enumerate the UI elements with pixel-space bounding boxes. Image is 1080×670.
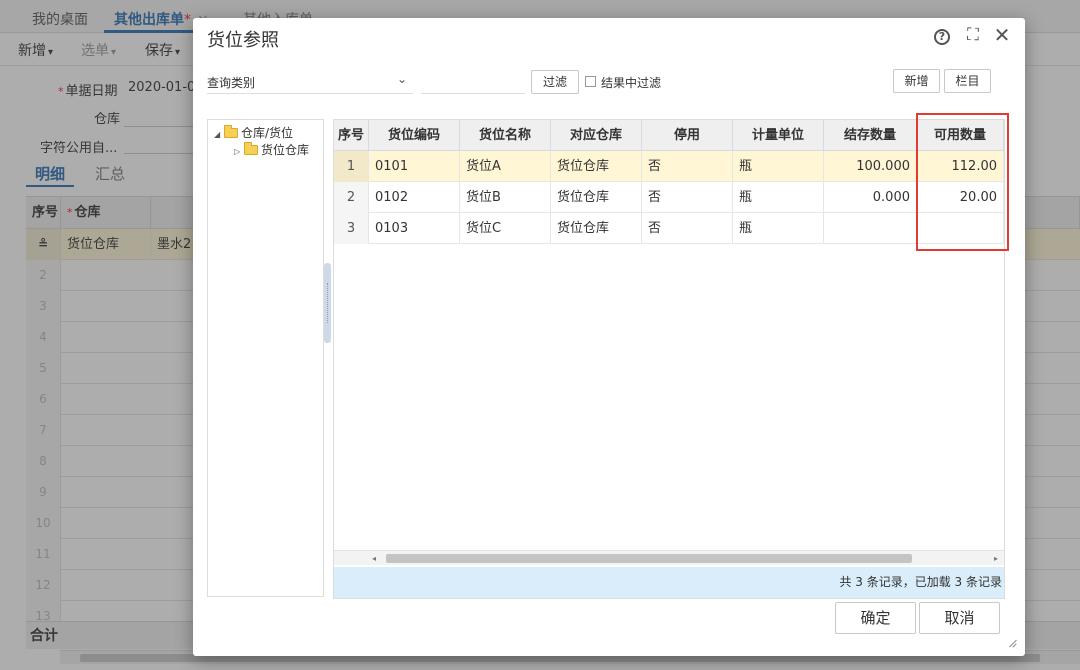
cell-unit[interactable]: 瓶 <box>733 213 824 244</box>
folder-icon <box>244 142 258 155</box>
help-icon-glyph: ? <box>934 29 950 45</box>
scrollbar-thumb[interactable] <box>386 554 912 563</box>
location-reference-dialog: 货位参照 ? ⛶ ✕ ⌄ 查询类别 过滤 结果中过滤 新增 栏目 ◢ 仓库/货位 … <box>193 18 1025 656</box>
filter-in-results-label: 结果中过滤 <box>601 76 662 90</box>
col-header-warehouse[interactable]: 对应仓库 <box>551 120 642 151</box>
tree-node-root-label: 仓库/货位 <box>241 126 294 140</box>
cell-warehouse[interactable]: 货位仓库 <box>551 182 642 213</box>
cell-no[interactable]: 3 <box>334 213 369 244</box>
folder-icon <box>224 125 238 138</box>
cell-warehouse[interactable]: 货位仓库 <box>551 151 642 182</box>
new-button[interactable]: 新增 <box>893 69 940 93</box>
dialog-title: 货位参照 <box>207 30 279 51</box>
col-header-code[interactable]: 货位编码 <box>369 120 460 151</box>
cell-no[interactable]: 2 <box>334 182 369 213</box>
columns-button[interactable]: 栏目 <box>944 69 991 93</box>
confirm-button[interactable]: 确定 <box>835 602 916 634</box>
table-row[interactable]: 3 0103 货位C 货位仓库否瓶 <box>334 213 1004 244</box>
col-header-name[interactable]: 货位名称 <box>460 120 551 151</box>
location-table: 序号 货位编码 货位名称 对应仓库 停用 计量单位 结存数量 可用数量 1 010… <box>333 119 1005 599</box>
available-quantity-highlight <box>916 113 1009 251</box>
cell-name[interactable]: 货位B <box>460 182 551 213</box>
scroll-left-icon[interactable]: ◂ <box>372 551 376 566</box>
cell-disabled[interactable]: 否 <box>642 213 733 244</box>
help-icon[interactable]: ? <box>932 25 952 45</box>
resize-grip-icon[interactable] <box>1006 637 1018 649</box>
col-header-unit[interactable]: 计量单位 <box>733 120 824 151</box>
expanded-arrow-icon[interactable]: ◢ <box>214 130 224 139</box>
cell-no[interactable]: 1 <box>334 151 369 182</box>
col-header-no: 序号 <box>334 120 369 151</box>
table-row[interactable]: 2 0102 货位B 货位仓库否瓶 0.000 20.00 <box>334 182 1004 213</box>
panel-splitter-handle[interactable] <box>324 263 331 343</box>
cell-unit[interactable]: 瓶 <box>733 151 824 182</box>
cancel-button[interactable]: 取消 <box>919 602 1000 634</box>
tree-node-root[interactable]: ◢ 仓库/货位 <box>214 124 293 141</box>
tree-node-warehouse[interactable]: ▷ 货位仓库 <box>234 141 309 158</box>
col-header-stock[interactable]: 结存数量 <box>824 120 917 151</box>
filter-in-results-checkbox[interactable] <box>585 76 596 87</box>
cell-code[interactable]: 0101 <box>369 151 460 182</box>
filter-button[interactable]: 过滤 <box>531 70 579 94</box>
table-row[interactable]: 1 0101 货位A 货位仓库否瓶 100.000 112.00 <box>334 151 1004 182</box>
maximize-icon[interactable]: ⛶ <box>963 25 983 45</box>
cell-stock[interactable] <box>824 213 917 244</box>
tree-node-warehouse-label: 货位仓库 <box>261 143 310 157</box>
cell-disabled[interactable]: 否 <box>642 182 733 213</box>
cell-warehouse[interactable]: 货位仓库 <box>551 213 642 244</box>
cell-name[interactable]: 货位A <box>460 151 551 182</box>
query-category-label: 查询类别 <box>207 76 256 90</box>
cell-code[interactable]: 0103 <box>369 213 460 244</box>
table-horizontal-scrollbar[interactable]: ◂ ▸ <box>334 550 1004 565</box>
cell-disabled[interactable]: 否 <box>642 151 733 182</box>
collapsed-arrow-icon[interactable]: ▷ <box>234 147 244 156</box>
cell-code[interactable]: 0102 <box>369 182 460 213</box>
record-count-status: 共 3 条记录，已加载 3 条记录 <box>334 567 1004 598</box>
close-icon[interactable]: ✕ <box>992 25 1012 45</box>
query-value-input[interactable] <box>421 70 525 94</box>
location-tree: ◢ 仓库/货位 ▷ 货位仓库 <box>207 119 324 597</box>
cell-unit[interactable]: 瓶 <box>733 182 824 213</box>
col-header-disabled[interactable]: 停用 <box>642 120 733 151</box>
chevron-down-icon: ⌄ <box>396 72 407 86</box>
cell-stock[interactable]: 0.000 <box>824 182 917 213</box>
cell-stock[interactable]: 100.000 <box>824 151 917 182</box>
cell-name[interactable]: 货位C <box>460 213 551 244</box>
scroll-right-icon[interactable]: ▸ <box>994 551 998 566</box>
